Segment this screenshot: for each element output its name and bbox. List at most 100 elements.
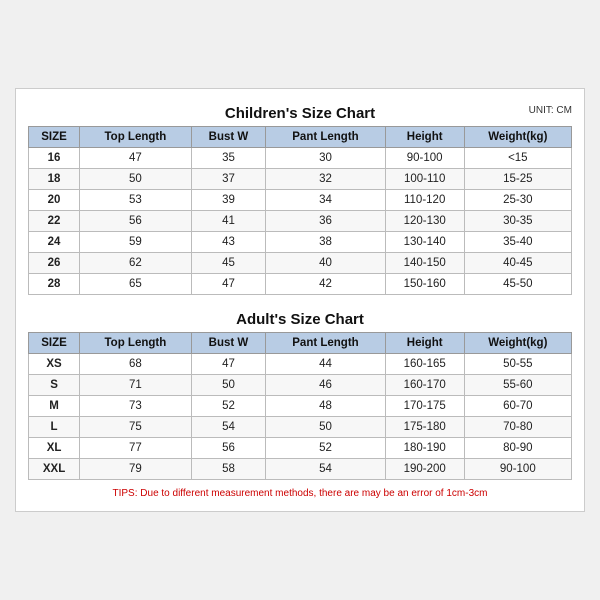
adult-title: Adult's Size Chart bbox=[236, 311, 364, 328]
table-cell: 52 bbox=[266, 438, 385, 459]
table-row: 20533934110-12025-30 bbox=[29, 190, 572, 211]
table-cell: 71 bbox=[80, 375, 192, 396]
table-cell: 65 bbox=[80, 274, 192, 295]
table-cell: 68 bbox=[80, 354, 192, 375]
col-height-child: Height bbox=[385, 127, 464, 148]
table-cell: 170-175 bbox=[385, 396, 464, 417]
table-cell: 50 bbox=[266, 417, 385, 438]
table-cell: 60-70 bbox=[464, 396, 571, 417]
table-cell: 37 bbox=[191, 169, 266, 190]
children-title: Children's Size Chart bbox=[225, 105, 375, 122]
table-cell: 20 bbox=[29, 190, 80, 211]
table-cell: 53 bbox=[80, 190, 192, 211]
table-cell: 62 bbox=[80, 253, 192, 274]
table-cell: 55-60 bbox=[464, 375, 571, 396]
chart-container: Children's Size Chart UNIT: CM SIZE Top … bbox=[15, 88, 585, 512]
table-cell: 35 bbox=[191, 148, 266, 169]
table-cell: 58 bbox=[191, 459, 266, 480]
table-cell: 59 bbox=[80, 232, 192, 253]
table-cell: 35-40 bbox=[464, 232, 571, 253]
table-cell: 22 bbox=[29, 211, 80, 232]
adult-section-header: Adult's Size Chart bbox=[28, 305, 572, 332]
table-cell: 140-150 bbox=[385, 253, 464, 274]
col-top-length-adult: Top Length bbox=[80, 333, 192, 354]
table-cell: 52 bbox=[191, 396, 266, 417]
table-cell: 39 bbox=[191, 190, 266, 211]
col-bust-w-adult: Bust W bbox=[191, 333, 266, 354]
col-size-adult: SIZE bbox=[29, 333, 80, 354]
table-cell: 45 bbox=[191, 253, 266, 274]
table-cell: 90-100 bbox=[385, 148, 464, 169]
table-row: 22564136120-13030-35 bbox=[29, 211, 572, 232]
table-cell: 15-25 bbox=[464, 169, 571, 190]
table-cell: 175-180 bbox=[385, 417, 464, 438]
col-pant-length-child: Pant Length bbox=[266, 127, 385, 148]
table-cell: 40 bbox=[266, 253, 385, 274]
table-row: 18503732100-11015-25 bbox=[29, 169, 572, 190]
table-cell: 45-50 bbox=[464, 274, 571, 295]
col-size-child: SIZE bbox=[29, 127, 80, 148]
table-cell: 46 bbox=[266, 375, 385, 396]
table-cell: XS bbox=[29, 354, 80, 375]
table-cell: L bbox=[29, 417, 80, 438]
table-cell: 75 bbox=[80, 417, 192, 438]
table-cell: 70-80 bbox=[464, 417, 571, 438]
table-cell: 56 bbox=[191, 438, 266, 459]
adult-table: SIZE Top Length Bust W Pant Length Heigh… bbox=[28, 332, 572, 480]
table-row: XL775652180-19080-90 bbox=[29, 438, 572, 459]
children-header-row: SIZE Top Length Bust W Pant Length Heigh… bbox=[29, 127, 572, 148]
table-cell: 50-55 bbox=[464, 354, 571, 375]
unit-label: UNIT: CM bbox=[529, 105, 572, 116]
col-height-adult: Height bbox=[385, 333, 464, 354]
table-cell: 36 bbox=[266, 211, 385, 232]
table-cell: 30 bbox=[266, 148, 385, 169]
table-cell: 90-100 bbox=[464, 459, 571, 480]
table-cell: 50 bbox=[80, 169, 192, 190]
table-cell: 50 bbox=[191, 375, 266, 396]
table-cell: XXL bbox=[29, 459, 80, 480]
table-cell: 73 bbox=[80, 396, 192, 417]
table-row: 24594338130-14035-40 bbox=[29, 232, 572, 253]
table-cell: 43 bbox=[191, 232, 266, 253]
table-cell: 44 bbox=[266, 354, 385, 375]
table-cell: 180-190 bbox=[385, 438, 464, 459]
table-row: 26624540140-15040-45 bbox=[29, 253, 572, 274]
table-cell: 190-200 bbox=[385, 459, 464, 480]
table-cell: 80-90 bbox=[464, 438, 571, 459]
table-row: 1647353090-100<15 bbox=[29, 148, 572, 169]
table-cell: 40-45 bbox=[464, 253, 571, 274]
table-cell: 47 bbox=[191, 354, 266, 375]
table-cell: 79 bbox=[80, 459, 192, 480]
table-cell: 38 bbox=[266, 232, 385, 253]
col-bust-w-child: Bust W bbox=[191, 127, 266, 148]
table-cell: 100-110 bbox=[385, 169, 464, 190]
table-cell: 28 bbox=[29, 274, 80, 295]
children-section-header: Children's Size Chart UNIT: CM bbox=[28, 99, 572, 126]
table-cell: 24 bbox=[29, 232, 80, 253]
table-cell: XL bbox=[29, 438, 80, 459]
table-cell: 77 bbox=[80, 438, 192, 459]
table-cell: 54 bbox=[266, 459, 385, 480]
children-table: SIZE Top Length Bust W Pant Length Heigh… bbox=[28, 126, 572, 295]
table-cell: 47 bbox=[80, 148, 192, 169]
table-cell: 41 bbox=[191, 211, 266, 232]
table-cell: 54 bbox=[191, 417, 266, 438]
table-cell: 130-140 bbox=[385, 232, 464, 253]
table-cell: S bbox=[29, 375, 80, 396]
table-cell: 120-130 bbox=[385, 211, 464, 232]
table-row: 28654742150-16045-50 bbox=[29, 274, 572, 295]
table-cell: <15 bbox=[464, 148, 571, 169]
table-cell: 47 bbox=[191, 274, 266, 295]
col-top-length-child: Top Length bbox=[80, 127, 192, 148]
col-pant-length-adult: Pant Length bbox=[266, 333, 385, 354]
table-cell: 32 bbox=[266, 169, 385, 190]
table-cell: 26 bbox=[29, 253, 80, 274]
table-row: XXL795854190-20090-100 bbox=[29, 459, 572, 480]
table-row: L755450175-18070-80 bbox=[29, 417, 572, 438]
adult-header-row: SIZE Top Length Bust W Pant Length Heigh… bbox=[29, 333, 572, 354]
table-row: XS684744160-16550-55 bbox=[29, 354, 572, 375]
table-cell: 48 bbox=[266, 396, 385, 417]
tips-text: TIPS: Due to different measurement metho… bbox=[28, 486, 572, 501]
col-weight-child: Weight(kg) bbox=[464, 127, 571, 148]
table-row: M735248170-17560-70 bbox=[29, 396, 572, 417]
